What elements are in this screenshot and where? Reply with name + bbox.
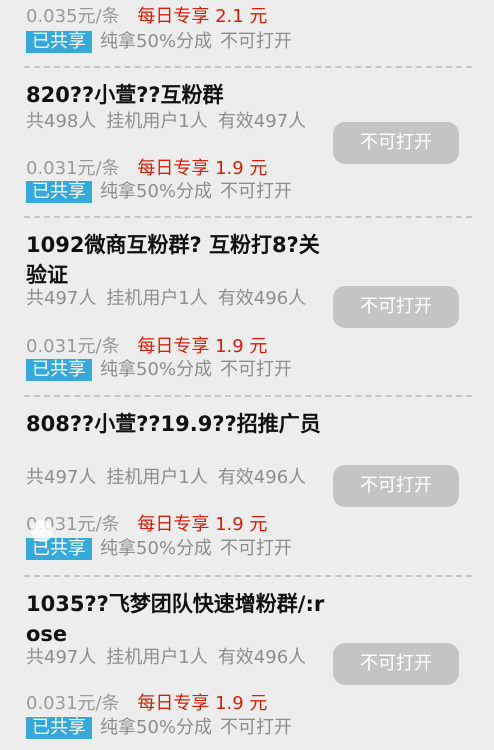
divider [24,216,472,218]
loading-spinner-icon [31,520,53,542]
share-row: 已共享 纯拿50%分成 不可打开 [26,717,292,739]
total-members: 共497人 [26,467,97,488]
shared-badge: 已共享 [26,717,92,739]
price-row: 0.031元/条 每日专享 1.9 元 [26,336,267,358]
share-text: 纯拿50%分成 [100,717,213,738]
share-row: 已共享 纯拿50%分成 不可打开 [26,31,292,53]
status-text: 不可打开 [220,717,293,738]
price-row: 0.031元/条 每日专享 1.9 元 [26,158,267,180]
total-members: 共498人 [26,111,97,132]
price-text: 0.031元/条 [26,336,120,357]
group-stats: 共497人 挂机用户1人 有效496人 [26,467,326,489]
status-text: 不可打开 [220,359,293,380]
valid-members: 有效496人 [217,467,307,488]
promo-text: 每日专享 2.1 元 [137,6,268,27]
open-button[interactable]: 不可打开 [333,286,459,328]
share-text: 纯拿50%分成 [100,31,213,52]
price-row: 0.035元/条 每日专享 2.1 元 [26,6,267,28]
group-stats: 共497人 挂机用户1人 有效496人 [26,647,326,669]
share-text: 纯拿50%分成 [100,181,213,202]
group-title: 808??小萱??19.9??招推广员 [26,412,321,436]
share-row: 已共享 纯拿50%分成 不可打开 [26,181,292,203]
group-title: 1035??飞梦团队快速增粉群/:rose [26,592,325,646]
price-text: 0.031元/条 [26,693,120,714]
bot-users: 挂机用户1人 [106,467,208,488]
bot-users: 挂机用户1人 [106,647,208,668]
price-row: 0.031元/条 每日专享 1.9 元 [26,693,267,715]
price-row: 0.031元/条 每日专享 1.9 元 [26,514,267,536]
group-stats: 共498人 挂机用户1人 有效497人 [26,111,326,133]
total-members: 共497人 [26,288,97,309]
shared-badge: 已共享 [26,181,92,203]
open-button[interactable]: 不可打开 [333,122,459,164]
open-button[interactable]: 不可打开 [333,465,459,507]
share-row: 已共享 纯拿50%分成 不可打开 [26,359,292,381]
promo-text: 每日专享 1.9 元 [137,158,268,179]
divider [24,66,472,68]
promo-text: 每日专享 1.9 元 [137,693,268,714]
total-members: 共497人 [26,647,97,668]
share-text: 纯拿50%分成 [100,538,213,559]
share-row: 已共享 纯拿50%分成 不可打开 [26,538,292,560]
valid-members: 有效496人 [217,647,307,668]
status-text: 不可打开 [220,31,293,52]
share-text: 纯拿50%分成 [100,359,213,380]
shared-badge: 已共享 [26,359,92,381]
bot-users: 挂机用户1人 [106,288,208,309]
group-title: 820??小萱??互粉群 [26,83,224,107]
divider [24,395,472,397]
price-text: 0.031元/条 [26,158,120,179]
status-text: 不可打开 [220,538,293,559]
valid-members: 有效496人 [217,288,307,309]
group-stats: 共497人 挂机用户1人 有效496人 [26,288,326,310]
shared-badge: 已共享 [26,538,92,560]
valid-members: 有效497人 [217,111,307,132]
bot-users: 挂机用户1人 [106,111,208,132]
group-title: 1092微商互粉群? 互粉打8?关验证 [26,233,320,287]
divider [24,575,472,577]
promo-text: 每日专享 1.9 元 [137,514,268,535]
shared-badge: 已共享 [26,31,92,53]
open-button[interactable]: 不可打开 [333,643,459,685]
promo-text: 每日专享 1.9 元 [137,336,268,357]
price-text: 0.035元/条 [26,6,120,27]
status-text: 不可打开 [220,181,293,202]
